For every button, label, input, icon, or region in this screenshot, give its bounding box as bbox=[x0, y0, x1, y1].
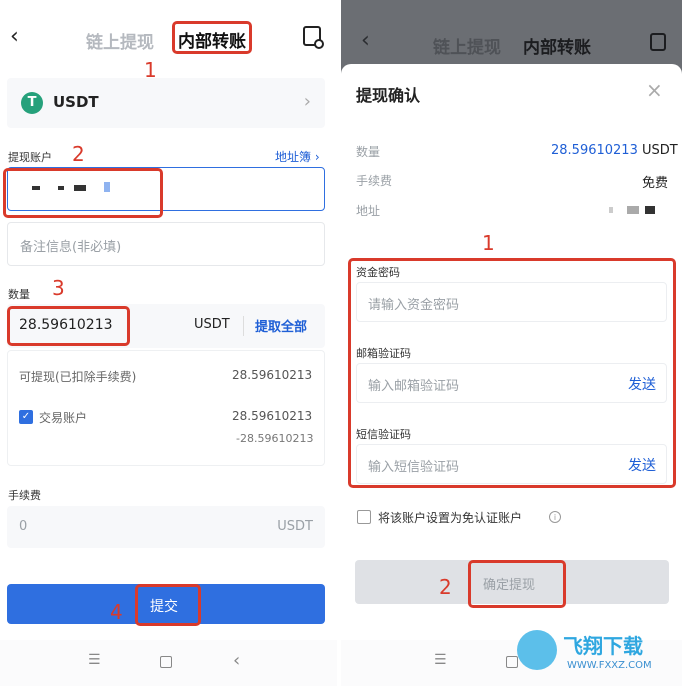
trade-account-label: 交易账户 bbox=[39, 411, 88, 425]
fund-password-placeholder: 请输入资金密码 bbox=[368, 298, 460, 313]
tab-internal-transfer-dimmed: 内部转账 bbox=[523, 38, 591, 58]
trade-account-value: 28.59610213 bbox=[232, 409, 313, 423]
fund-password-input[interactable]: 请输入资金密码 bbox=[356, 282, 667, 322]
withdraw-all-button[interactable]: 提取全部 bbox=[255, 316, 307, 335]
tab-onchain-withdraw[interactable]: 链上提现 bbox=[86, 28, 154, 53]
fee-value: 0 bbox=[19, 519, 28, 534]
coin-selector[interactable]: T USDT › bbox=[7, 78, 325, 128]
info-icon[interactable]: i bbox=[549, 511, 561, 523]
fee-unit: USDT bbox=[277, 519, 313, 534]
memo-placeholder: 备注信息(非必填) bbox=[20, 240, 122, 255]
trade-account-deduct: -28.59610213 bbox=[236, 432, 314, 445]
memo-input[interactable]: 备注信息(非必填) bbox=[7, 222, 325, 266]
email-code-placeholder: 输入邮箱验证码 bbox=[368, 379, 460, 394]
watermark-brand: 飞翔下载 bbox=[563, 634, 643, 658]
record-icon[interactable] bbox=[303, 26, 324, 49]
step-number-4: 4 bbox=[110, 600, 123, 624]
amount-row-number: 28.59610213 bbox=[551, 143, 638, 158]
home-icon[interactable] bbox=[160, 656, 172, 668]
step-number-2: 2 bbox=[72, 142, 85, 166]
sms-code-placeholder: 输入短信验证码 bbox=[368, 460, 460, 475]
amount-unit: USDT bbox=[194, 317, 230, 332]
highlight-box-3 bbox=[7, 306, 130, 346]
watermark-logo bbox=[517, 630, 557, 670]
address-row-value bbox=[609, 206, 657, 214]
chevron-right-icon: › bbox=[303, 91, 311, 112]
highlight-box-2 bbox=[3, 168, 163, 218]
available-value: 28.59610213 bbox=[232, 368, 313, 382]
email-send-button[interactable]: 发送 bbox=[628, 374, 656, 394]
amount-row-value: 28.59610213 USDT bbox=[551, 143, 678, 158]
highlight-box-confirm bbox=[468, 560, 566, 608]
coin-name: USDT bbox=[53, 93, 99, 111]
exempt-checkbox[interactable] bbox=[357, 510, 371, 524]
tab-onchain-withdraw-dimmed: 链上提现 bbox=[433, 38, 501, 58]
tether-icon: T bbox=[21, 92, 43, 114]
address-row-label: 地址 bbox=[356, 204, 381, 218]
highlight-box-4 bbox=[135, 584, 201, 626]
sheet-title: 提现确认 bbox=[356, 86, 421, 105]
sms-send-button[interactable]: 发送 bbox=[628, 455, 656, 475]
watermark-url: WWW.FXXZ.COM bbox=[567, 660, 652, 671]
back-icon[interactable]: ‹ bbox=[10, 24, 19, 49]
trade-account-checkbox[interactable]: ✓ bbox=[19, 410, 33, 424]
highlight-box-1 bbox=[172, 21, 252, 54]
amount-label: 数量 bbox=[8, 288, 30, 301]
email-code-input[interactable]: 输入邮箱验证码 发送 bbox=[356, 363, 667, 403]
account-label: 提现账户 bbox=[8, 151, 52, 164]
amount-row-unit: USDT bbox=[641, 143, 678, 158]
back-nav-icon[interactable]: ‹ bbox=[233, 650, 240, 671]
fund-password-label: 资金密码 bbox=[356, 266, 400, 279]
back-icon-dimmed: ‹ bbox=[361, 28, 370, 53]
step-number-2-right: 2 bbox=[439, 575, 452, 599]
fee-field: 0 USDT bbox=[7, 506, 325, 548]
menu-icon-right[interactable]: ☰ bbox=[434, 652, 447, 668]
step-number-3: 3 bbox=[52, 276, 65, 300]
record-icon-dimmed bbox=[650, 33, 666, 51]
fee-label: 手续费 bbox=[8, 489, 41, 502]
step-number-1-right: 1 bbox=[482, 231, 495, 255]
menu-icon[interactable]: ☰ bbox=[88, 652, 101, 668]
address-book-link[interactable]: 地址簿 › bbox=[275, 148, 320, 165]
fee-row-label: 手续费 bbox=[356, 174, 393, 188]
sms-code-label: 短信验证码 bbox=[356, 428, 411, 441]
home-icon-right[interactable] bbox=[506, 656, 518, 668]
right-screen: ‹ 链上提现 内部转账 提现确认 × 数量 28.59610213 USDT 手… bbox=[341, 0, 682, 686]
close-icon[interactable]: × bbox=[646, 78, 663, 102]
email-code-label: 邮箱验证码 bbox=[356, 347, 411, 360]
sms-code-input[interactable]: 输入短信验证码 发送 bbox=[356, 444, 667, 484]
available-label: 可提现(已扣除手续费) bbox=[19, 370, 137, 384]
amount-row-label: 数量 bbox=[356, 145, 381, 159]
fee-row-value: 免费 bbox=[642, 176, 669, 191]
left-screen: ‹ 链上提现 内部转账 1 T USDT › 提现账户 地址簿 › 2 备注信息… bbox=[0, 0, 337, 686]
exempt-label: 将该账户设置为免认证账户 bbox=[378, 511, 523, 525]
